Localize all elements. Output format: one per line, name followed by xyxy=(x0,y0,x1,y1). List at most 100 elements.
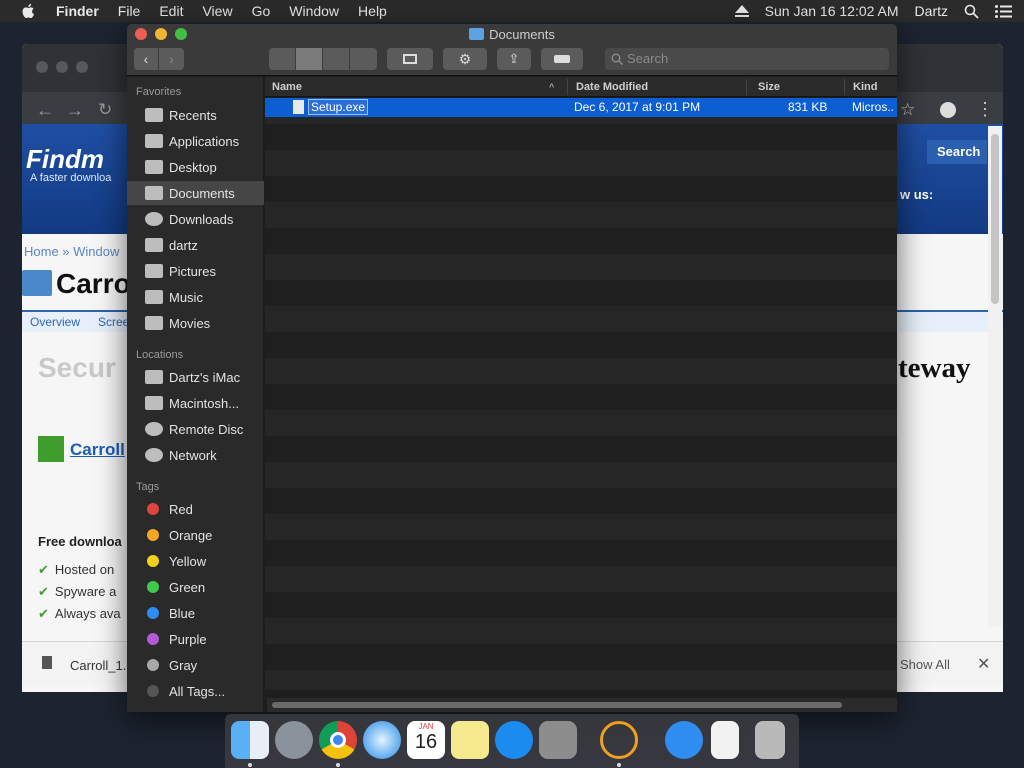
site-search-button[interactable]: Search xyxy=(927,140,987,164)
globe-icon xyxy=(145,448,163,462)
back-arrow-icon[interactable]: ← xyxy=(36,100,54,121)
site-logo[interactable]: Findm xyxy=(26,144,104,175)
search-icon xyxy=(611,53,623,65)
column-date-modified[interactable]: Date Modified xyxy=(576,81,648,93)
menu-go[interactable]: Go xyxy=(252,3,271,19)
tab-screenshots[interactable]: Scree xyxy=(98,315,129,329)
close-download-bar-icon[interactable]: ✕ xyxy=(977,654,990,674)
sidebar-tag-orange[interactable]: Orange xyxy=(127,523,264,547)
sort-chevron-icon[interactable]: ^ xyxy=(549,82,554,92)
applications-icon xyxy=(145,134,163,148)
sidebar-item-desktop[interactable]: Desktop xyxy=(127,155,264,179)
safari-compass-icon[interactable] xyxy=(363,721,401,759)
browser-close-dot[interactable] xyxy=(36,61,48,73)
sidebar-item-imac[interactable]: Dartz's iMac xyxy=(127,365,264,389)
share-button[interactable]: ⇪ xyxy=(497,48,531,70)
app-store-folder-icon[interactable] xyxy=(665,721,703,759)
gray-tag-dot xyxy=(147,659,159,671)
finder-titlebar: Documents ‹ › ⚙ ⇪ Search xyxy=(127,24,897,76)
documents-icon xyxy=(145,186,163,200)
browser-menu-icon[interactable]: ⋮ xyxy=(976,99,994,120)
disc-icon xyxy=(145,422,163,436)
sidebar-tag-yellow[interactable]: Yellow xyxy=(127,549,264,573)
locations-header: Locations xyxy=(136,349,184,361)
filename-edit-field[interactable]: Setup.exe xyxy=(307,99,369,115)
sidebar-tag-purple[interactable]: Purple xyxy=(127,627,264,651)
film-icon xyxy=(145,316,163,330)
app-link[interactable]: Carroll xyxy=(70,440,125,460)
sidebar-item-macintosh-hd[interactable]: Macintosh... xyxy=(127,391,264,415)
breadcrumb[interactable]: Home » Window xyxy=(24,244,119,259)
eject-icon[interactable] xyxy=(734,5,749,17)
download-filename[interactable]: Carroll_1. xyxy=(70,658,126,673)
search-input[interactable]: Search xyxy=(605,48,889,70)
calendar-dock-icon[interactable]: JAN 16 xyxy=(407,721,445,759)
launchpad-rocket-icon[interactable] xyxy=(275,721,313,759)
column-view-button[interactable] xyxy=(323,48,350,70)
menu-app-finder[interactable]: Finder xyxy=(56,3,99,19)
scroll-thumb[interactable] xyxy=(991,134,999,304)
menu-file[interactable]: File xyxy=(118,3,141,19)
sidebar-tag-green[interactable]: Green xyxy=(127,575,264,599)
forward-arrow-icon[interactable]: → xyxy=(66,100,84,121)
sidebar-item-remote-disc[interactable]: Remote Disc xyxy=(127,417,264,441)
sidebar-item-network[interactable]: Network xyxy=(127,443,264,467)
menu-window[interactable]: Window xyxy=(289,3,339,19)
system-preferences-gear-icon[interactable] xyxy=(539,721,577,759)
group-by-button[interactable] xyxy=(387,48,433,70)
show-all-button[interactable]: Show All xyxy=(900,657,950,672)
horizontal-scrollbar[interactable] xyxy=(267,698,897,712)
action-button[interactable]: ⚙ xyxy=(443,48,487,70)
sidebar-tag-red[interactable]: Red xyxy=(127,497,264,521)
check-icon: ✔ xyxy=(38,606,49,621)
list-view-button[interactable] xyxy=(296,48,323,70)
tags-button[interactable] xyxy=(541,48,583,70)
profile-icon[interactable] xyxy=(940,102,956,118)
view-mode-control[interactable] xyxy=(269,48,377,70)
sidebar-item-home[interactable]: dartz xyxy=(127,233,264,257)
notes-dock-icon[interactable] xyxy=(451,721,489,759)
sidebar-item-recents[interactable]: Recents xyxy=(127,103,264,127)
sidebar-item-movies[interactable]: Movies xyxy=(127,311,264,335)
notification-center-icon[interactable] xyxy=(995,4,1012,18)
column-kind[interactable]: Kind xyxy=(853,81,877,93)
table-row[interactable]: Setup.exe Dec 6, 2017 at 9:01 PM 831 KB … xyxy=(265,98,897,117)
menu-clock[interactable]: Sun Jan 16 12:02 AM xyxy=(765,3,899,19)
chrome-dock-icon[interactable] xyxy=(319,721,357,759)
sidebar-tag-blue[interactable]: Blue xyxy=(127,601,264,625)
spotlight-icon[interactable] xyxy=(964,4,979,19)
icon-view-button[interactable] xyxy=(269,48,296,70)
sidebar-all-tags[interactable]: All Tags... xyxy=(127,679,264,703)
trash-icon[interactable] xyxy=(755,721,785,759)
menu-help[interactable]: Help xyxy=(358,3,387,19)
nav-back-forward[interactable]: ‹ › xyxy=(134,48,184,70)
column-size[interactable]: Size xyxy=(758,81,780,93)
sidebar-tag-gray[interactable]: Gray xyxy=(127,653,264,677)
back-button[interactable]: ‹ xyxy=(134,48,160,70)
column-divider xyxy=(567,79,568,95)
star-icon[interactable]: ☆ xyxy=(900,100,915,120)
sidebar-item-pictures[interactable]: Pictures xyxy=(127,259,264,283)
browser-scrollbar[interactable] xyxy=(988,126,1002,626)
menu-user[interactable]: Dartz xyxy=(915,3,948,19)
apple-menu-icon[interactable] xyxy=(20,3,38,19)
menu-edit[interactable]: Edit xyxy=(159,3,183,19)
document-stack-icon[interactable] xyxy=(711,721,739,759)
sidebar-item-documents[interactable]: Documents xyxy=(127,181,264,205)
reload-icon[interactable]: ↻ xyxy=(98,100,112,120)
column-name[interactable]: Name xyxy=(272,81,302,93)
gallery-view-button[interactable] xyxy=(350,48,377,70)
tab-overview[interactable]: Overview xyxy=(30,315,80,329)
browser-max-dot[interactable] xyxy=(76,61,88,73)
sidebar-item-applications[interactable]: Applications xyxy=(127,129,264,153)
menu-view[interactable]: View xyxy=(202,3,232,19)
finder-dock-icon[interactable] xyxy=(231,721,269,759)
sidebar-item-downloads[interactable]: Downloads xyxy=(127,207,264,231)
scroll-thumb[interactable] xyxy=(272,702,842,708)
feature-item: ✔ Hosted on xyxy=(38,562,115,577)
sidebar-item-music[interactable]: Music xyxy=(127,285,264,309)
app-store-icon[interactable] xyxy=(495,721,533,759)
forward-button[interactable]: › xyxy=(159,48,184,70)
browser-min-dot[interactable] xyxy=(56,61,68,73)
mail-app-icon[interactable] xyxy=(600,721,638,759)
